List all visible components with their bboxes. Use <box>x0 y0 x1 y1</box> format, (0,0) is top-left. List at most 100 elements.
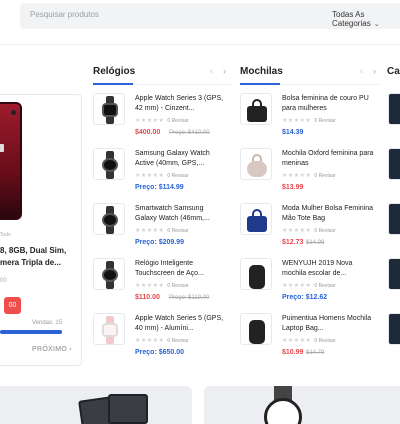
top-bar: Pesquisar produtos Todas As Categorias ⌄ <box>0 0 400 36</box>
shirt-thumb[interactable] <box>388 203 400 235</box>
sold-progress-fill <box>0 330 62 334</box>
carousel-arrows: ‹ › <box>350 66 376 76</box>
rating-stars: ★★★★★ 0 Revisar <box>135 118 189 124</box>
product-name[interactable]: Smartwatch Samsung Galaxy Watch (46mm,..… <box>135 204 227 224</box>
old-price: Preço: $410.00 <box>169 130 210 136</box>
header-divider <box>0 44 400 45</box>
search-bar[interactable]: Pesquisar produtos Todas As Categorias ⌄ <box>20 3 400 29</box>
rating-stars: ★★★★★ 0 Revisar <box>282 283 336 289</box>
black-handbag-icon[interactable] <box>240 93 272 125</box>
rating-stars: ★★★★★ 0 Revisar <box>282 118 336 124</box>
product-item[interactable]: Apple Watch Series 5 (GPS, 40 mm) - Alum… <box>93 313 233 365</box>
smartwatch-icon[interactable] <box>93 203 125 235</box>
product-item[interactable]: Samsung Galaxy Watch Active (40mm, GPS,.… <box>93 148 233 200</box>
rating-stars: ★★★★★ 0 Revisar <box>282 338 336 344</box>
rating-stars: ★★★★★ 0 Revisar <box>135 338 189 344</box>
product-item[interactable]: Puimentiua Homens Mochila Laptop Bag... … <box>240 313 380 365</box>
shirt-thumb[interactable] <box>388 258 400 290</box>
review-count: 0 Revisar <box>167 228 189 234</box>
product-item[interactable]: Smartwatch Samsung Galaxy Watch (46mm,..… <box>93 203 233 255</box>
product-price: $14.39 <box>282 129 304 136</box>
camera-icon <box>11 110 16 115</box>
school-backpack-icon[interactable] <box>240 258 272 290</box>
review-count: 0 Revisar <box>314 118 336 124</box>
product-name[interactable]: Mochila Oxford feminina para meninas <box>282 149 374 169</box>
next-button-label: PRÓXIMO <box>32 346 68 353</box>
product-price: $10.99 <box>282 349 304 356</box>
product-item[interactable]: WENYUJH 2019 Nova mochila escolar de... … <box>240 258 380 310</box>
product-name[interactable]: Bolsa feminina de couro PU para mulheres <box>282 94 374 114</box>
sold-count: Vendas: 15 <box>32 320 63 326</box>
category-select[interactable]: Todas As Categorias ⌄ <box>332 10 400 28</box>
old-price: Preço: $119.00 <box>169 295 210 301</box>
featured-price: 00 <box>0 278 7 284</box>
shirt-thumb[interactable] <box>388 313 400 345</box>
rating-stars: ★★★★★ 0 Revisar <box>135 283 189 289</box>
review-count: 0 Revisar <box>167 283 189 289</box>
column-title-clipped[interactable]: Ca <box>387 66 400 77</box>
product-name[interactable]: WENYUJH 2019 Nova mochila escolar de... <box>282 259 374 279</box>
product-price: Preço: $114.99 <box>135 184 184 191</box>
column-title-underline <box>93 83 133 85</box>
navy-tote-icon[interactable] <box>240 203 272 235</box>
pink-backpack-icon[interactable] <box>240 148 272 180</box>
next-arrow-icon[interactable]: › <box>373 66 376 76</box>
product-name[interactable]: Apple Watch Series 5 (GPS, 40 mm) - Alum… <box>135 314 227 334</box>
rating-stars: ★★★★★ 0 Revisar <box>282 173 336 179</box>
next-button[interactable]: PRÓXIMO › <box>32 346 72 353</box>
product-item[interactable]: Bolsa feminina de couro PU para mulheres… <box>240 93 380 145</box>
prev-arrow-icon[interactable]: ‹ <box>360 66 363 76</box>
product-price: $400.00 <box>135 129 161 136</box>
old-price: $14.99 <box>306 240 325 246</box>
product-price: $110.00 <box>135 294 160 301</box>
product-price: Preço: $209.99 <box>135 239 185 246</box>
next-arrow-icon[interactable]: › <box>223 66 226 76</box>
column-title-mochilas[interactable]: Mochilas <box>240 66 283 77</box>
featured-product-name[interactable]: 8, 8GB, Dual Sim, mera Tripla de... <box>0 245 78 269</box>
product-name[interactable]: Moda Mulher Bolsa Feminina Mão Tote Bag <box>282 204 374 224</box>
rating-stars: ★★★★★ 0 Revisar <box>282 228 336 234</box>
review-count: 0 Revisar <box>314 283 336 289</box>
product-price: Preço: $650.00 <box>135 349 185 356</box>
review-count: 0 Revisar <box>314 173 336 179</box>
black-watch-icon[interactable] <box>93 93 125 125</box>
search-input[interactable]: Pesquisar produtos <box>30 10 99 19</box>
sold-progress-bar <box>0 330 62 334</box>
watches-banner[interactable] <box>204 386 400 424</box>
product-item[interactable]: Relógio Inteligente Touchscreen de Aço..… <box>93 258 233 310</box>
product-item[interactable]: Mochila Oxford feminina para meninas ★★★… <box>240 148 380 200</box>
review-count: 0 Revisar <box>167 338 189 344</box>
carousel-arrows: ‹ › <box>200 66 226 76</box>
product-price: $13.99 <box>282 184 304 191</box>
review-count: 0 Revisar <box>167 118 189 124</box>
chevron-down-icon: ⌄ <box>373 21 380 28</box>
product-name[interactable]: Samsung Galaxy Watch Active (40mm, GPS,.… <box>135 149 227 169</box>
watch-image <box>264 398 302 424</box>
shirt-thumb[interactable] <box>388 148 400 180</box>
pink-watch-icon[interactable] <box>93 313 125 345</box>
featured-meta: Todo <box>0 232 11 238</box>
column-title-underline <box>240 83 280 85</box>
rating-stars: ★★★★★ 0 Revisar <box>135 173 189 179</box>
steel-watch-icon[interactable] <box>93 258 125 290</box>
tablets-banner[interactable] <box>0 386 192 424</box>
laptop-backpack-icon[interactable] <box>240 313 272 345</box>
round-watch-icon[interactable] <box>93 148 125 180</box>
prev-arrow-icon[interactable]: ‹ <box>210 66 213 76</box>
column-title-relogios[interactable]: Relógios <box>93 66 135 77</box>
product-name[interactable]: Relógio Inteligente Touchscreen de Aço..… <box>135 259 227 279</box>
product-item[interactable]: Moda Mulher Bolsa Feminina Mão Tote Bag … <box>240 203 380 255</box>
countdown-badge: 00 <box>4 297 21 314</box>
phone-button <box>0 144 4 152</box>
product-name[interactable]: Puimentiua Homens Mochila Laptop Bag... <box>282 314 374 334</box>
product-name[interactable]: Apple Watch Series 3 (GPS, 42 mm) - Cinz… <box>135 94 227 114</box>
category-select-label: Todas As Categorias <box>332 10 371 28</box>
shirt-thumb[interactable] <box>388 93 400 125</box>
review-count: 0 Revisar <box>167 173 189 179</box>
product-item[interactable]: Apple Watch Series 3 (GPS, 42 mm) - Cinz… <box>93 93 233 145</box>
product-price: Preço: $12.62 <box>282 294 328 301</box>
phone-image[interactable] <box>0 102 22 220</box>
rating-stars: ★★★★★ 0 Revisar <box>135 228 189 234</box>
review-count: 0 Revisar <box>314 338 336 344</box>
review-count: 0 Revisar <box>314 228 336 234</box>
